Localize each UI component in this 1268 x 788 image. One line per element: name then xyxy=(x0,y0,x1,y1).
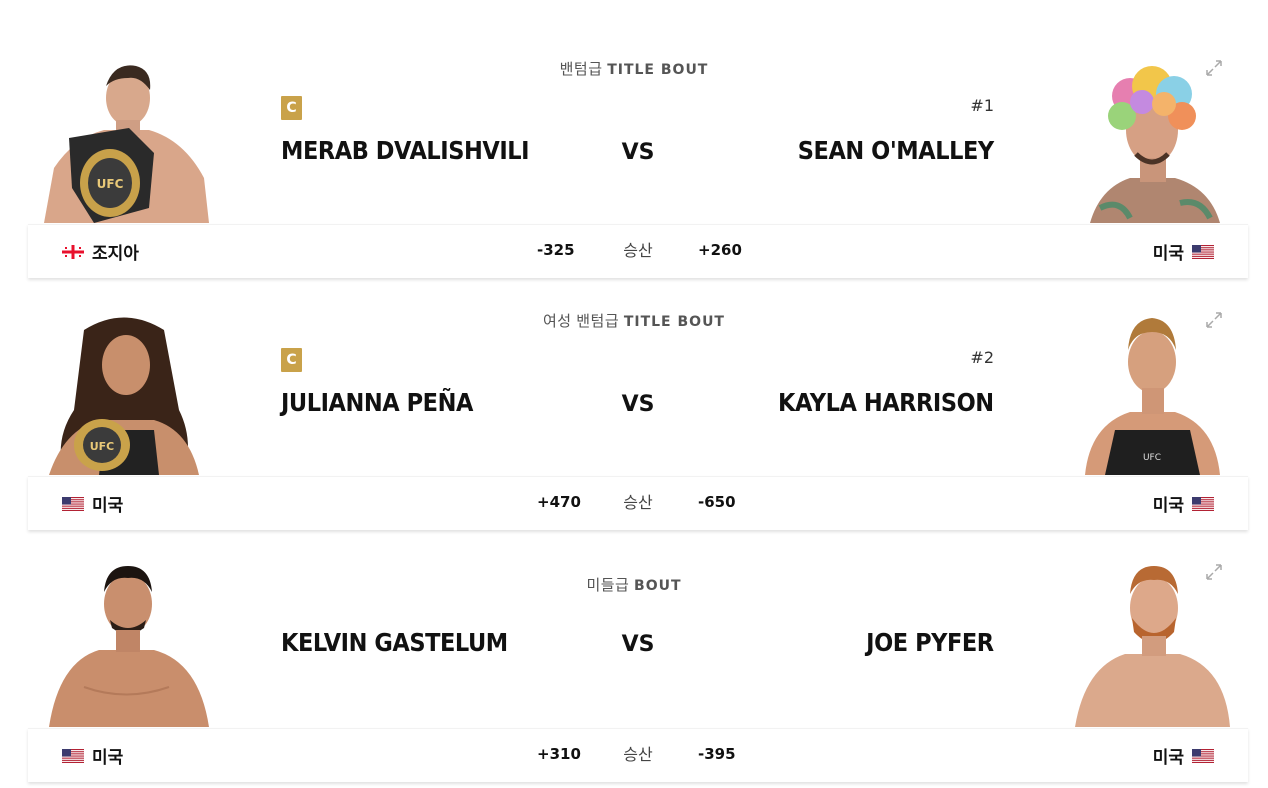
vs-label: VS xyxy=(621,632,655,657)
usa-flag-icon xyxy=(1192,748,1214,763)
country-name: 미국 xyxy=(92,748,124,768)
svg-text:UFC: UFC xyxy=(90,440,115,453)
weight-class: 여성 밴텀급 xyxy=(542,313,620,330)
champion-badge: C xyxy=(281,96,302,120)
weight-class: 미들급 xyxy=(586,577,630,594)
fighter-name-right[interactable]: JOE PYFER xyxy=(866,628,994,657)
usa-flag-icon xyxy=(62,748,84,763)
odds-bar: 미국 +310 승산 -395 미국 xyxy=(28,728,1248,782)
expand-arrows-icon[interactable] xyxy=(1204,562,1224,582)
vs-label: VS xyxy=(621,392,655,417)
country-name: 미국 xyxy=(1152,748,1184,768)
fighter-rank: #1 xyxy=(970,96,994,115)
svg-text:UFC: UFC xyxy=(97,177,124,191)
fighter-photo-left[interactable] xyxy=(44,562,209,727)
bout-card[interactable]: 미들급 BOUT KELVIN GASTELUM VS JOE PYFER 미국… xyxy=(0,504,1268,782)
fighter-photo-right[interactable] xyxy=(1070,562,1235,727)
fighter-rank: #2 xyxy=(970,348,994,367)
expand-arrows-icon[interactable] xyxy=(1204,58,1224,78)
win-odds-label: 승산 xyxy=(623,745,653,764)
odds-left: +310 xyxy=(537,745,581,763)
fighter-name-left[interactable]: JULIANNA PEÑA xyxy=(281,388,473,417)
bout-card[interactable]: 밴텀급 TITLE BOUT UFC C MERAB DVALISHVILI V… xyxy=(0,0,1268,278)
svg-text:UFC: UFC xyxy=(1143,453,1161,463)
bout-type: TITLE BOUT xyxy=(623,314,725,330)
fighter-photo-right[interactable] xyxy=(1070,58,1235,223)
expand-arrows-icon[interactable] xyxy=(1204,310,1224,330)
bout-type: TITLE BOUT xyxy=(607,62,709,78)
fighter-photo-left[interactable]: UFC xyxy=(44,310,209,475)
fighter-name-right[interactable]: SEAN O'MALLEY xyxy=(798,136,994,165)
weight-class: 밴텀급 xyxy=(559,61,603,78)
country-left: 미국 xyxy=(62,743,123,768)
country-right: 미국 xyxy=(1153,743,1214,768)
fighter-name-left[interactable]: KELVIN GASTELUM xyxy=(281,628,508,657)
odds-right: -395 xyxy=(698,745,736,763)
fighter-name-left[interactable]: MERAB DVALISHVILI xyxy=(281,136,529,165)
champion-badge: C xyxy=(281,348,302,372)
fighter-name-right[interactable]: KAYLA HARRISON xyxy=(778,388,994,417)
fighter-photo-right[interactable]: UFC xyxy=(1070,310,1235,475)
bout-type: BOUT xyxy=(634,578,682,594)
vs-label: VS xyxy=(621,140,655,165)
fighter-photo-left[interactable]: UFC xyxy=(44,58,209,223)
bout-card[interactable]: 여성 밴텀급 TITLE BOUT UFC C JULIANNA PEÑA VS… xyxy=(0,252,1268,530)
